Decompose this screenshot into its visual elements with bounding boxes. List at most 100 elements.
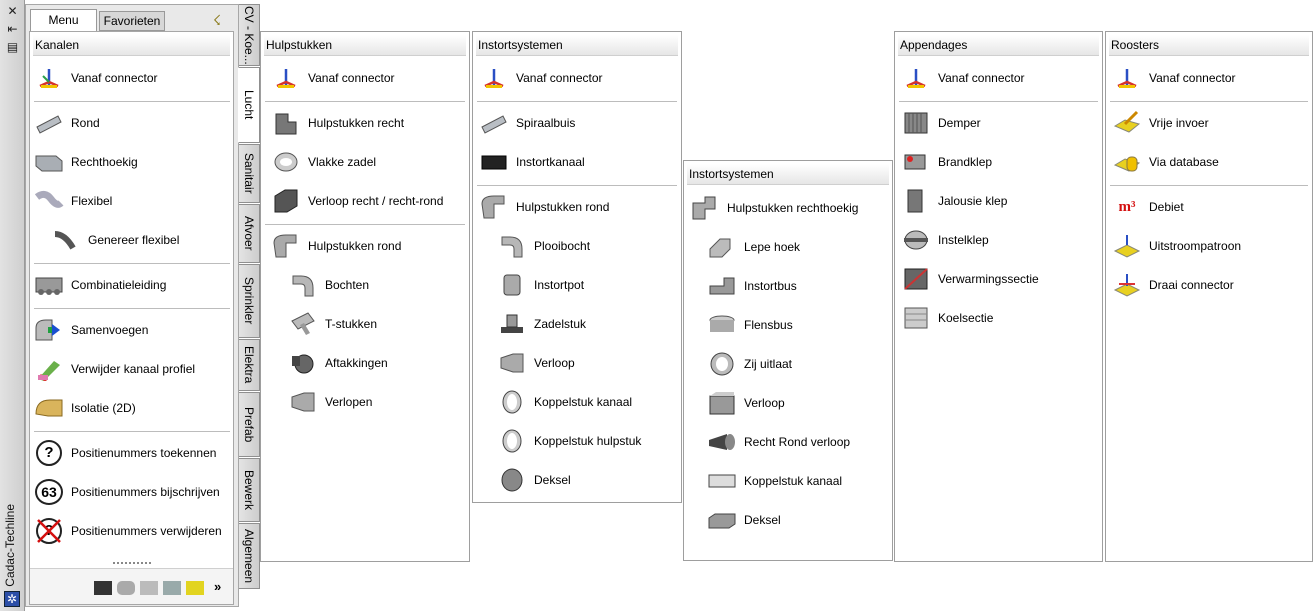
submenu-item[interactable]: m³ Debiet bbox=[1112, 192, 1184, 222]
more-tools-icon[interactable]: » bbox=[214, 580, 224, 595]
menu-item-rond[interactable]: Rond bbox=[34, 108, 100, 138]
flex-tool-icon[interactable] bbox=[117, 581, 135, 595]
cover-icon bbox=[707, 505, 737, 535]
tab-menu[interactable]: Menu bbox=[30, 9, 97, 31]
submenu-item[interactable]: Verloop recht / recht-rond bbox=[271, 186, 443, 216]
submenu-item[interactable]: Vrije invoer bbox=[1112, 108, 1209, 138]
free-input-icon bbox=[1112, 108, 1142, 138]
grille-tool-icon[interactable] bbox=[186, 581, 204, 595]
submenu-item-label: Debiet bbox=[1149, 200, 1184, 214]
side-tab-sanitair[interactable]: Sanitair bbox=[239, 144, 260, 203]
submenu-item[interactable]: Demper bbox=[901, 108, 981, 138]
menu-item-label: Isolatie (2D) bbox=[71, 401, 136, 415]
flexible-duct-icon bbox=[34, 186, 64, 216]
round-duct-icon bbox=[34, 108, 64, 138]
submenu-item[interactable]: Instelklep bbox=[901, 225, 989, 255]
submenu-item[interactable]: Recht Rond verloop bbox=[707, 427, 850, 457]
side-tab-afvoer[interactable]: Afvoer bbox=[239, 204, 260, 263]
submenu-item[interactable]: Bochten bbox=[288, 270, 369, 300]
submenu-item[interactable]: Lepe hoek bbox=[707, 232, 800, 262]
autohide-icon[interactable]: ⇤ bbox=[4, 22, 21, 36]
fitting-tool-icon[interactable] bbox=[140, 581, 158, 595]
menu-item-positienummers-bijschrijven[interactable]: 63 Positienummers bijschrijven bbox=[34, 477, 220, 507]
heating-section-icon bbox=[901, 264, 931, 294]
submenu-item[interactable]: Vanaf connector bbox=[479, 63, 603, 93]
submenu-item-label: Verlopen bbox=[325, 395, 373, 409]
control-damper-icon bbox=[901, 225, 931, 255]
panel-header: Kanalen bbox=[33, 35, 230, 56]
side-tab-prefab[interactable]: Prefab bbox=[239, 392, 260, 457]
submenu-item[interactable]: Vlakke zadel bbox=[271, 147, 376, 177]
submenu-item[interactable]: Draai connector bbox=[1112, 270, 1234, 300]
menu-item-vanaf-connector[interactable]: Vanaf connector bbox=[34, 63, 158, 93]
properties-icon[interactable]: ▤ bbox=[4, 40, 21, 54]
submenu-item[interactable]: T-stukken bbox=[288, 309, 377, 339]
submenu-item[interactable]: Verlopen bbox=[288, 387, 372, 417]
submenu-item[interactable]: Instortbus bbox=[707, 271, 797, 301]
submenu-item[interactable]: Zij uitlaat bbox=[707, 349, 792, 379]
kanalen-panel: Kanalen Vanaf connector Rond Rechthoekig… bbox=[29, 31, 234, 605]
submenu-item[interactable]: Koppelstuk kanaal bbox=[497, 387, 632, 417]
submenu-item[interactable]: Verwarmingssectie bbox=[901, 264, 1039, 294]
connector-axes-icon bbox=[1112, 63, 1142, 93]
submenu-item[interactable]: Hulpstukken rechthoekig bbox=[690, 193, 858, 223]
submenu-item[interactable]: Jalousie klep bbox=[901, 186, 1007, 216]
menu-item-samenvoegen[interactable]: Samenvoegen bbox=[34, 315, 148, 345]
submenu-item[interactable]: Brandklep bbox=[901, 147, 992, 177]
side-tab-bewerk[interactable]: Bewerk bbox=[239, 458, 260, 522]
menu-item-label: Genereer flexibel bbox=[88, 233, 180, 247]
submenu-item[interactable]: Deksel bbox=[497, 465, 571, 495]
submenu-item[interactable]: Hulpstukken rond bbox=[479, 192, 609, 222]
submenu-item[interactable]: Verloop bbox=[497, 348, 575, 378]
submenu-item[interactable]: Instortpot bbox=[497, 270, 584, 300]
submenu-item[interactable]: Koppelstuk kanaal bbox=[707, 466, 842, 496]
menu-item-isolatie[interactable]: Isolatie (2D) bbox=[34, 393, 136, 423]
menu-item-genereer-flexibel[interactable]: Genereer flexibel bbox=[51, 225, 179, 255]
submenu-item[interactable]: Aftakkingen bbox=[288, 348, 388, 378]
round-fittings-icon bbox=[271, 231, 301, 261]
submenu-item[interactable]: Flensbus bbox=[707, 310, 793, 340]
submenu-item[interactable]: Koppelstuk hulpstuk bbox=[497, 426, 641, 456]
tab-favorites[interactable]: Favorieten bbox=[99, 11, 165, 31]
submenu-item[interactable]: Hulpstukken recht bbox=[271, 108, 404, 138]
submenu-item[interactable]: Vanaf connector bbox=[271, 63, 395, 93]
side-tab-algemeen[interactable]: Algemeen bbox=[239, 523, 260, 589]
submenu-item-label: Vanaf connector bbox=[308, 71, 395, 85]
panel-header: Instortsystemen bbox=[476, 35, 678, 56]
submenu-item[interactable]: Uitstroompatroon bbox=[1112, 231, 1241, 261]
damper-tool-icon[interactable] bbox=[163, 581, 181, 595]
duct-tool-icon[interactable] bbox=[94, 581, 112, 595]
instortsystemen-rond-panel: Instortsystemen Vanaf connector Spiraalb… bbox=[472, 31, 682, 503]
submenu-item[interactable]: Vanaf connector bbox=[1112, 63, 1236, 93]
side-tab-lucht[interactable]: Lucht bbox=[238, 67, 260, 143]
menu-item-flexibel[interactable]: Flexibel bbox=[34, 186, 112, 216]
submenu-item[interactable]: Deksel bbox=[707, 505, 781, 535]
menu-item-combinatieleiding[interactable]: Combinatieleiding bbox=[34, 270, 166, 300]
reducer-icon bbox=[497, 348, 527, 378]
submenu-item[interactable]: Vanaf connector bbox=[901, 63, 1025, 93]
submenu-item[interactable]: Spiraalbuis bbox=[479, 108, 575, 138]
submenu-item[interactable]: Via database bbox=[1112, 147, 1219, 177]
side-tab-cv[interactable]: CV - Koe... bbox=[239, 4, 260, 66]
submenu-item-label: Jalousie klep bbox=[938, 194, 1008, 208]
submenu-item[interactable]: Koelsectie bbox=[901, 303, 993, 333]
menu-item-label: Positienummers bijschrijven bbox=[71, 485, 220, 499]
submenu-item[interactable]: Verloop bbox=[707, 388, 785, 418]
submenu-item-label: Koppelstuk kanaal bbox=[744, 474, 843, 488]
straight-fitting-icon bbox=[271, 108, 301, 138]
menu-item-positienummers-verwijderen[interactable]: ? Positienummers verwijderen bbox=[34, 516, 222, 546]
submenu-item[interactable]: Hulpstukken rond bbox=[271, 231, 401, 261]
submenu-item[interactable]: Zadelstuk bbox=[497, 309, 586, 339]
submenu-item-label: Zadelstuk bbox=[534, 317, 587, 331]
side-tab-elektra[interactable]: Elektra bbox=[239, 339, 260, 391]
submenu-item[interactable]: Plooibocht bbox=[497, 231, 590, 261]
side-tab-sprinkler[interactable]: Sprinkler bbox=[239, 264, 260, 338]
submenu-item-label: Via database bbox=[1149, 155, 1219, 169]
menu-item-positienummers-toekennen[interactable]: ? Positienummers toekennen bbox=[34, 438, 216, 468]
submenu-item[interactable]: Instortkanaal bbox=[479, 147, 585, 177]
close-icon[interactable]: ✕ bbox=[4, 4, 21, 18]
pin-icon[interactable]: ☇ bbox=[207, 12, 227, 30]
resize-grip[interactable] bbox=[113, 562, 151, 565]
menu-item-rechthoekig[interactable]: Rechthoekig bbox=[34, 147, 138, 177]
menu-item-verwijder-kanaal-profiel[interactable]: Verwijder kanaal profiel bbox=[34, 354, 195, 384]
